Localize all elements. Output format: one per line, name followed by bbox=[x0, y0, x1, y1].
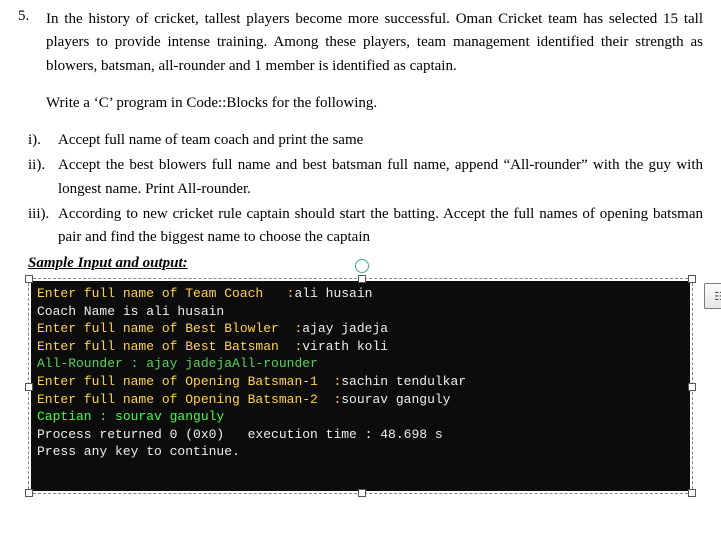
term-line-4-input: virath koli bbox=[302, 339, 388, 354]
part-ii-text: Accept the best blowers full name and be… bbox=[58, 154, 703, 201]
terminal-selection-frame[interactable]: ☷ Enter full name of Team Coach :ali hus… bbox=[28, 278, 693, 493]
resize-handle-top-right[interactable] bbox=[688, 275, 696, 283]
term-line-3-prompt: Enter full name of Best Blowler : bbox=[37, 321, 302, 336]
part-iii: iii). According to new cricket rule capt… bbox=[28, 203, 703, 250]
terminal-output: Enter full name of Team Coach :ali husai… bbox=[31, 281, 690, 490]
question-instruction: Write a ‘C’ program in Code::Blocks for … bbox=[46, 92, 703, 115]
layout-options-button[interactable]: ☷ bbox=[704, 283, 721, 309]
part-i-label: i). bbox=[28, 129, 58, 152]
resize-handle-top-left[interactable] bbox=[25, 275, 33, 283]
question-prompt: In the history of cricket, tallest playe… bbox=[46, 8, 703, 78]
term-line-9: Process returned 0 (0x0) execution time … bbox=[37, 427, 443, 442]
term-line-4-prompt: Enter full name of Best Batsman : bbox=[37, 339, 302, 354]
term-line-1-prompt: Enter full name of Team Coach : bbox=[37, 286, 294, 301]
part-iii-text: According to new cricket rule captain sh… bbox=[58, 203, 703, 250]
resize-handle-top-mid[interactable] bbox=[358, 275, 366, 283]
part-i-text: Accept full name of team coach and print… bbox=[58, 129, 703, 152]
resize-handle-bottom-right[interactable] bbox=[688, 489, 696, 497]
term-line-3-input: ajay jadeja bbox=[302, 321, 388, 336]
question-number: 5. bbox=[18, 8, 46, 25]
term-line-6-prompt: Enter full name of Opening Batsman-1 : bbox=[37, 374, 341, 389]
term-line-7-prompt: Enter full name of Opening Batsman-2 : bbox=[37, 392, 341, 407]
resize-handle-mid-right[interactable] bbox=[688, 383, 696, 391]
part-i: i). Accept full name of team coach and p… bbox=[28, 129, 703, 152]
term-line-7-input: sourav ganguly bbox=[341, 392, 450, 407]
resize-handle-bottom-left[interactable] bbox=[25, 489, 33, 497]
resize-handle-mid-left[interactable] bbox=[25, 383, 33, 391]
question-row: 5. In the history of cricket, tallest pl… bbox=[18, 8, 703, 78]
term-line-1-input: ali husain bbox=[294, 286, 372, 301]
resize-handle-bottom-mid[interactable] bbox=[358, 489, 366, 497]
term-line-6-input: sachin tendulkar bbox=[341, 374, 466, 389]
document-page: 5. In the history of cricket, tallest pl… bbox=[0, 0, 721, 512]
layout-options-icon: ☷ bbox=[714, 290, 721, 303]
term-line-8: Captian : sourav ganguly bbox=[37, 409, 224, 424]
part-ii-label: ii). bbox=[28, 154, 58, 177]
term-line-10: Press any key to continue. bbox=[37, 444, 240, 459]
part-iii-label: iii). bbox=[28, 203, 58, 226]
part-ii: ii). Accept the best blowers full name a… bbox=[28, 154, 703, 201]
term-line-2: Coach Name is ali husain bbox=[37, 304, 224, 319]
term-line-5: All-Rounder : ajay jadejaAll-rounder bbox=[37, 356, 318, 371]
rotate-handle-icon[interactable] bbox=[355, 259, 369, 273]
